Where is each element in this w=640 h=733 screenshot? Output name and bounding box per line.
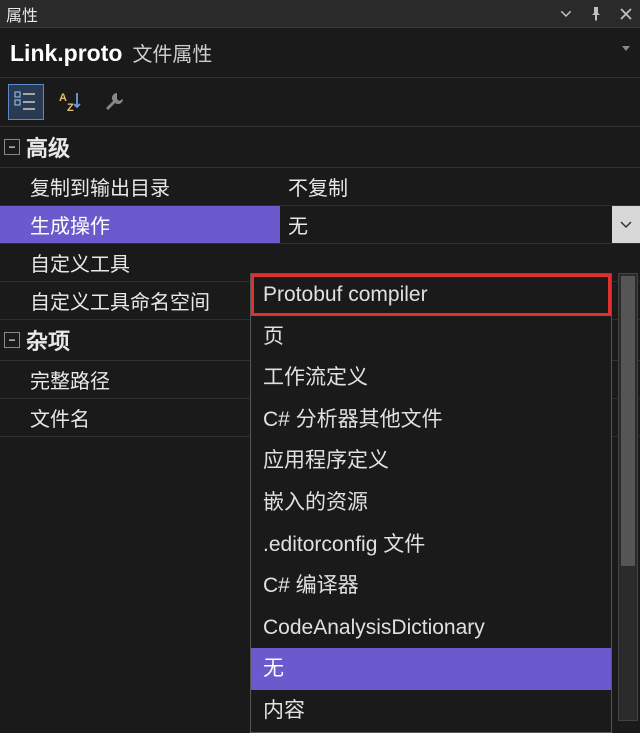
categorize-button[interactable] [8, 84, 44, 120]
svg-text:Z: Z [67, 102, 74, 114]
dropdown-button[interactable] [612, 206, 640, 243]
dropdown-item[interactable]: 工作流定义 [251, 357, 611, 399]
file-subtitle: 文件属性 [132, 38, 212, 67]
property-row-selected[interactable]: 生成操作 无 [0, 206, 640, 244]
property-label: 生成操作 [0, 206, 280, 243]
dropdown-item[interactable]: CodeAnalysisDictionary [251, 607, 611, 649]
close-icon[interactable] [618, 6, 634, 22]
svg-text:A: A [59, 92, 67, 104]
header-dropdown-icon[interactable] [622, 46, 630, 52]
category-label: 高级 [26, 131, 70, 163]
collapse-icon[interactable]: − [4, 139, 20, 155]
dropdown-item[interactable]: C# 分析器其他文件 [251, 399, 611, 441]
property-label: 完整路径 [0, 361, 280, 398]
file-name: Link.proto [10, 40, 122, 67]
category-header-advanced[interactable]: − 高级 [0, 127, 640, 168]
scrollbar-vertical[interactable] [618, 273, 638, 721]
window-controls [558, 6, 634, 22]
dropdown-item-protobuf[interactable]: Protobuf compiler [251, 274, 611, 316]
panel-title-bar: 属性 [0, 0, 640, 28]
scrollbar-thumb[interactable] [621, 276, 635, 566]
dropdown-item[interactable]: C# 编译器 [251, 565, 611, 607]
property-label: 自定义工具命名空间 [0, 282, 280, 319]
dropdown-popup: Protobuf compiler 页 工作流定义 C# 分析器其他文件 应用程… [250, 273, 612, 733]
file-header: Link.proto 文件属性 [0, 28, 640, 78]
dropdown-icon[interactable] [558, 6, 574, 22]
property-row[interactable]: 复制到输出目录 不复制 [0, 168, 640, 206]
property-value-text: 无 [288, 210, 308, 239]
dropdown-item-selected[interactable]: 无 [251, 648, 611, 690]
property-label: 复制到输出目录 [0, 168, 280, 205]
property-value[interactable]: 无 [280, 206, 640, 243]
toolbar: A Z [0, 78, 640, 127]
dropdown-item[interactable]: 页 [251, 316, 611, 358]
dropdown-item[interactable]: .editorconfig 文件 [251, 524, 611, 566]
panel-title: 属性 [6, 2, 558, 26]
dropdown-item[interactable]: 嵌入的资源 [251, 482, 611, 524]
dropdown-item[interactable]: 应用程序定义 [251, 440, 611, 482]
property-label: 文件名 [0, 399, 280, 436]
category-label: 杂项 [26, 324, 70, 356]
sort-az-button[interactable]: A Z [52, 84, 88, 120]
property-value[interactable]: 不复制 [280, 168, 640, 205]
pin-icon[interactable] [588, 6, 604, 22]
property-label: 自定义工具 [0, 244, 280, 281]
dropdown-item[interactable]: 内容 [251, 690, 611, 732]
collapse-icon[interactable]: − [4, 332, 20, 348]
wrench-button[interactable] [96, 84, 132, 120]
